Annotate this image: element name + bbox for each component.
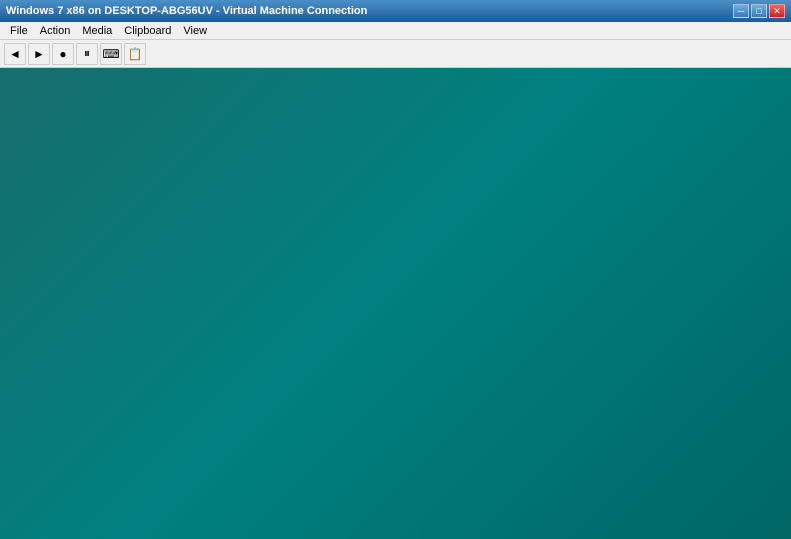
desktop: Windows 7 x86 on DESKTOP-ABG56UV - Virtu… [0,0,791,539]
vm-title: Windows 7 x86 on DESKTOP-ABG56UV - Virtu… [6,5,367,17]
menu-action[interactable]: Action [34,25,77,37]
vm-window-controls: ─ □ ✕ [733,4,785,18]
vm-close-btn[interactable]: ✕ [769,4,785,18]
vm-menubar: File Action Media Clipboard View [0,22,791,40]
toolbar-pause[interactable]: ⏸ [76,43,98,65]
menu-file[interactable]: File [4,25,34,37]
menu-media[interactable]: Media [76,25,118,37]
menu-view[interactable]: View [177,25,213,37]
toolbar-back[interactable]: ◄ [4,43,26,65]
toolbar-clipboard[interactable]: 📋 [124,43,146,65]
vm-toolbar: ◄ ► ● ⏸ ⌨ 📋 [0,40,791,68]
vm-maximize-btn[interactable]: □ [751,4,767,18]
toolbar-forward[interactable]: ► [28,43,50,65]
vm-minimize-btn[interactable]: ─ [733,4,749,18]
toolbar-ctrl-alt-del[interactable]: ⌨ [100,43,122,65]
menu-clipboard[interactable]: Clipboard [118,25,177,37]
toolbar-stop[interactable]: ● [52,43,74,65]
vm-titlebar: Windows 7 x86 on DESKTOP-ABG56UV - Virtu… [0,0,791,22]
